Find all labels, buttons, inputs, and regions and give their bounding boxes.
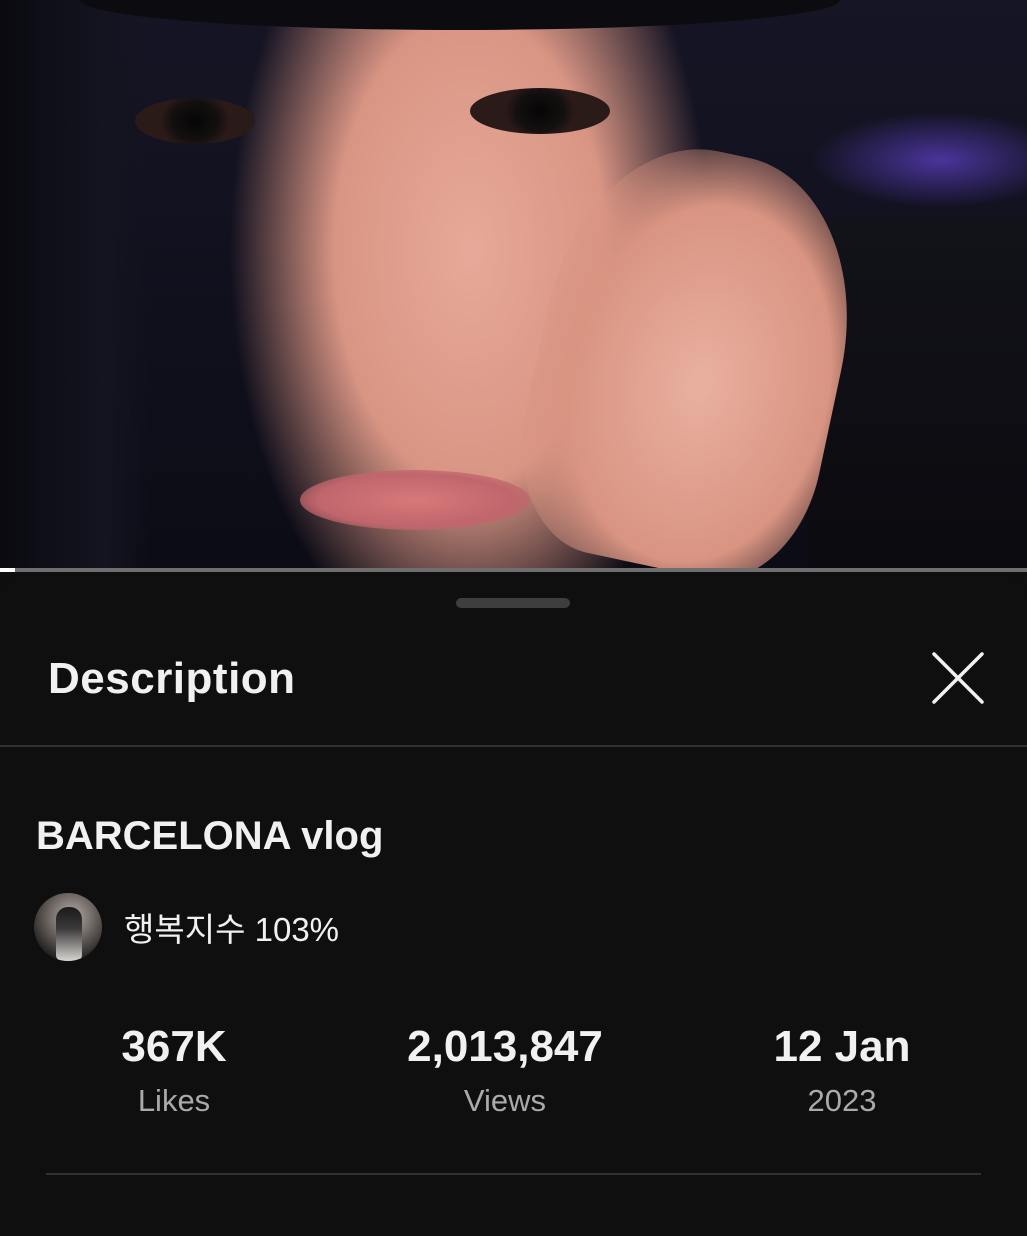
channel-name[interactable]: 행복지수 103% [124,903,339,951]
video-title: BARCELONA vlog [36,814,384,858]
video-progress-bar[interactable] [0,568,1027,572]
avatar-figure [56,907,82,961]
video-player[interactable] [0,0,1027,572]
video-frame-mouth [300,470,530,530]
description-sheet: Description BARCELONA vlog 행복지수 103% 367… [0,576,1027,1236]
close-button[interactable] [926,646,990,710]
stat-date: 12 Jan 2023 [742,1021,942,1121]
upload-date: 12 Jan [773,1022,911,1071]
stats-divider [46,1173,981,1175]
sheet-drag-handle[interactable] [456,598,570,608]
stat-likes: 367K Likes [74,1021,274,1121]
video-progress-fill [0,568,16,572]
likes-label: Likes [137,1083,211,1118]
video-frame-eye-right [470,88,610,134]
likes-count: 367K [121,1022,227,1071]
views-label: Views [463,1083,547,1118]
channel-avatar[interactable] [34,893,102,961]
header-divider [0,745,1027,747]
upload-year: 2023 [807,1083,877,1118]
sheet-title: Description [48,654,296,703]
views-count: 2,013,847 [407,1022,603,1071]
stat-views: 2,013,847 Views [355,1021,655,1121]
video-stats: 367K Likes 2,013,847 Views 12 Jan 2023 [0,1021,1027,1131]
close-icon [932,652,984,704]
video-frame-hair [0,0,150,572]
video-frame-hair-top [80,0,840,30]
channel-row[interactable]: 행복지수 103% [34,892,339,962]
video-frame-eye-left [135,98,255,144]
